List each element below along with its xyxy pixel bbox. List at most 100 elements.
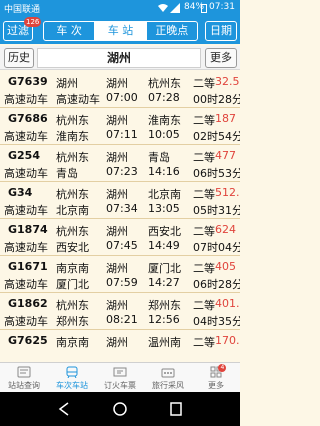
seat-class: 二等 xyxy=(193,77,215,90)
origin-station: 高速动车 xyxy=(56,93,100,106)
duration: 06时53分 xyxy=(193,167,240,180)
clock: 07:31 xyxy=(209,2,235,12)
price: 170.5 xyxy=(215,334,240,347)
train-code: G1874 xyxy=(8,223,48,236)
departure-station: 杭州东 xyxy=(56,299,89,312)
history-button[interactable]: 历史 xyxy=(4,48,34,68)
departure-time: 07:00 xyxy=(106,91,138,104)
seat-class: 二等 xyxy=(193,262,215,275)
carrier-label: 中国联通 xyxy=(4,5,41,15)
train-code: G254 xyxy=(8,149,40,162)
arrival-time: 13:05 xyxy=(148,202,180,215)
duration: 04时35分 xyxy=(193,315,240,328)
departure-station: 杭州东 xyxy=(56,225,89,238)
tab-more[interactable]: 4 更多 xyxy=(192,363,240,392)
price: 405 xyxy=(215,260,236,273)
train-type: 高速动车 xyxy=(4,278,48,291)
arrival-station: 西安北 xyxy=(148,225,181,238)
query-station: 湖州 xyxy=(106,77,128,90)
train-row[interactable]: G1671 南京南 湖州 厦门北 二等 高速动车 厦门北 07:59 14:27 06时28分 40… xyxy=(0,256,240,293)
recents-icon[interactable] xyxy=(170,402,182,416)
system-nav-bar xyxy=(0,392,240,426)
home-icon[interactable] xyxy=(113,402,127,416)
more-button[interactable]: 更多 xyxy=(205,48,237,68)
duration: 06时28分 xyxy=(193,278,240,291)
duration: 02时54分 xyxy=(193,130,240,143)
more-badge: 4 xyxy=(218,364,227,372)
seat-class: 二等 xyxy=(193,188,215,201)
train-list: G7639 湖州 湖州 杭州东 二等 高速动车 高速动车 07:00 07:28 00时28分 32… xyxy=(0,71,240,362)
departure-station: 南京南 xyxy=(56,336,89,349)
train-row[interactable]: G254 杭州东 湖州 青岛 二等 高速动车 青岛 07:23 14:16 06时53分 477 xyxy=(0,145,240,182)
search-station-icon xyxy=(17,366,31,378)
train-type: 高速动车 xyxy=(4,315,48,328)
tab-station[interactable]: 车 站 xyxy=(95,22,147,40)
tab-label: 更多 xyxy=(208,381,224,390)
tab-label: 订火车票 xyxy=(104,381,136,390)
train-code: G1862 xyxy=(8,297,48,310)
train-row[interactable]: G7625 南京南 湖州 温州南二等170.5 xyxy=(0,330,240,362)
filter-badge: 126 xyxy=(24,17,42,27)
train-row[interactable]: G1862 杭州东 湖州 郑州东 二等 高速动车 郑州东 08:21 12:56 04时35分 40… xyxy=(0,293,240,330)
tab-label: 旅行采风 xyxy=(152,381,184,390)
arrival-station: 厦门北 xyxy=(148,262,181,275)
tab-train-station[interactable]: 车次车站 xyxy=(48,363,96,392)
duration: 00时28分 xyxy=(193,93,240,106)
price: 187 xyxy=(215,112,236,125)
travel-icon xyxy=(161,368,175,378)
arrival-time: 10:05 xyxy=(148,128,180,141)
query-station: 湖州 xyxy=(106,225,128,238)
train-icon xyxy=(66,366,78,378)
train-type: 高速动车 xyxy=(4,241,48,254)
tab-label: 车次车站 xyxy=(56,381,88,390)
arrival-station: 淮南东 xyxy=(148,114,181,127)
query-station: 湖州 xyxy=(106,151,128,164)
train-row[interactable]: G1874 杭州东 湖州 西安北 二等 高速动车 西安北 07:45 14:49 07时04分 62… xyxy=(0,219,240,256)
train-code: G1671 xyxy=(8,260,48,273)
arrival-time: 14:27 xyxy=(148,276,180,289)
tab-station-query[interactable]: 站站查询 xyxy=(0,363,48,392)
query-station: 湖州 xyxy=(106,188,128,201)
tab-travel[interactable]: 旅行采风 xyxy=(144,363,192,392)
origin-station: 郑州东 xyxy=(56,315,89,328)
battery-icon xyxy=(201,4,207,13)
seat-class: 二等 xyxy=(193,336,215,349)
status-bar: 中国联通 84% 07:31 xyxy=(0,0,240,16)
departure-time: 07:23 xyxy=(106,165,138,178)
train-type: 高速动车 xyxy=(4,167,48,180)
duration: 05时31分 xyxy=(193,204,240,217)
train-row[interactable]: G34 杭州东 湖州 北京南 二等 高速动车 北京南 07:34 13:05 05时31分 512.… xyxy=(0,182,240,219)
arrival-time: 14:49 xyxy=(148,239,180,252)
price: 624 xyxy=(215,223,236,236)
arrival-time: 12:56 xyxy=(148,313,180,326)
arrival-time: 07:28 xyxy=(148,91,180,104)
arrival-station: 郑州东 xyxy=(148,299,181,312)
departure-station: 湖州 xyxy=(56,77,78,90)
seat-class: 二等 xyxy=(193,114,215,127)
arrival-time: 14:16 xyxy=(148,165,180,178)
back-icon[interactable] xyxy=(58,402,70,416)
seat-class: 二等 xyxy=(193,225,215,238)
wifi-icon xyxy=(158,4,168,12)
origin-station: 西安北 xyxy=(56,241,89,254)
date-button[interactable]: 日期 xyxy=(205,21,237,41)
tab-on-time[interactable]: 正晚点 xyxy=(147,22,197,40)
train-row[interactable]: G7639 湖州 湖州 杭州东 二等 高速动车 高速动车 07:00 07:28 00时28分 32… xyxy=(0,71,240,108)
station-input[interactable]: 湖州 xyxy=(37,48,201,68)
departure-time: 07:34 xyxy=(106,202,138,215)
query-station: 湖州 xyxy=(106,262,128,275)
duration: 07时04分 xyxy=(193,241,240,254)
train-code: G7639 xyxy=(8,75,48,88)
arrival-station: 北京南 xyxy=(148,188,181,201)
arrival-station: 杭州东 xyxy=(148,77,181,90)
train-type: 高速动车 xyxy=(4,130,48,143)
tab-book-ticket[interactable]: 订火车票 xyxy=(96,363,144,392)
departure-station: 南京南 xyxy=(56,262,89,275)
tab-train-number[interactable]: 车 次 xyxy=(44,22,96,40)
query-station: 湖州 xyxy=(106,299,128,312)
train-type: 高速动车 xyxy=(4,93,48,106)
arrival-station: 温州南 xyxy=(148,336,181,349)
departure-time: 07:11 xyxy=(106,128,138,141)
train-row[interactable]: G7686 杭州东 湖州 淮南东 二等 高速动车 淮南东 07:11 10:05 02时54分 18… xyxy=(0,108,240,145)
departure-time: 08:21 xyxy=(106,313,138,326)
